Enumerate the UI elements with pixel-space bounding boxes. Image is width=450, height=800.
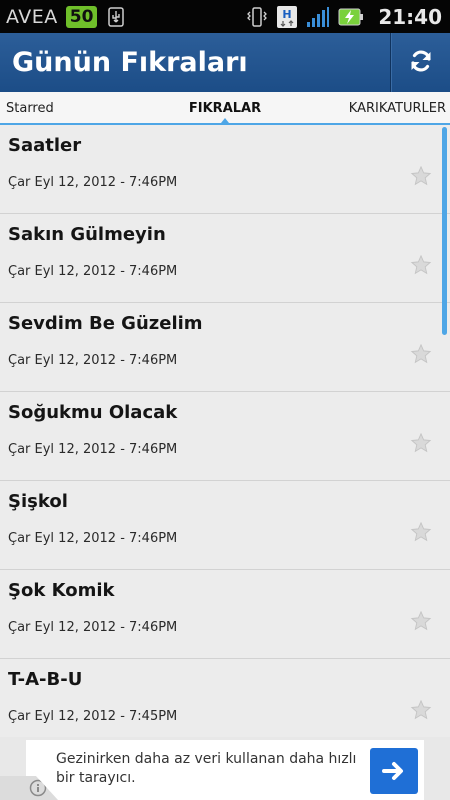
list-item[interactable]: Şişkol Çar Eyl 12, 2012 - 7:46PM [0,481,450,570]
item-date: Çar Eyl 12, 2012 - 7:46PM [8,620,178,635]
item-date: Çar Eyl 12, 2012 - 7:46PM [8,175,178,190]
list-item[interactable]: T-A-B-U Çar Eyl 12, 2012 - 7:45PM [0,659,450,737]
notification-count-badge: 50 [65,5,98,28]
ad-banner[interactable]: Gezinirken daha az veri kullanan daha hı… [26,740,424,800]
item-title: Sevdim Be Güzelim [8,313,203,334]
star-icon[interactable] [410,343,432,365]
list-item[interactable]: Soğukmu Olacak Çar Eyl 12, 2012 - 7:46PM [0,392,450,481]
item-date: Çar Eyl 12, 2012 - 7:46PM [8,442,178,457]
star-icon[interactable] [410,254,432,276]
item-title: Sakın Gülmeyin [8,224,166,245]
item-title: T-A-B-U [8,669,83,690]
arrow-right-icon [382,762,403,780]
star-icon[interactable] [410,610,432,632]
joke-list[interactable]: Saatler Çar Eyl 12, 2012 - 7:46PM Sakın … [0,125,450,737]
item-title: Soğukmu Olacak [8,402,178,423]
battery-charging-icon [338,7,364,27]
item-title: Şok Komik [8,580,115,601]
list-item[interactable]: Sakın Gülmeyin Çar Eyl 12, 2012 - 7:46PM [0,214,450,303]
ad-go-button[interactable] [370,748,418,794]
signal-icon [306,6,330,28]
vibrate-icon [246,6,268,28]
app-title: Günün Fıkraları [12,47,248,78]
ad-text: Gezinirken daha az veri kullanan daha hı… [56,751,357,786]
list-item[interactable]: Saatler Çar Eyl 12, 2012 - 7:46PM [0,125,450,214]
item-date: Çar Eyl 12, 2012 - 7:45PM [8,709,178,724]
item-date: Çar Eyl 12, 2012 - 7:46PM [8,531,178,546]
tab-karikaturler[interactable]: KARIKATURLER [349,92,446,123]
star-icon[interactable] [410,165,432,187]
hspa-icon: H [276,5,298,29]
status-bar: AVEA 50 H 21:40 [0,0,450,33]
usb-icon [105,6,127,28]
list-scrollbar[interactable] [442,127,447,335]
ad-area: Gezinirken daha az veri kullanan daha hı… [0,737,450,800]
carrier-name: AVEA [6,5,58,28]
status-clock: 21:40 [378,4,442,29]
item-date: Çar Eyl 12, 2012 - 7:46PM [8,264,178,279]
star-icon[interactable] [410,432,432,454]
svg-text:H: H [283,8,292,21]
refresh-icon [408,48,434,78]
star-icon[interactable] [410,521,432,543]
list-item[interactable]: Sevdim Be Güzelim Çar Eyl 12, 2012 - 7:4… [0,303,450,392]
list-item[interactable]: Şok Komik Çar Eyl 12, 2012 - 7:46PM [0,570,450,659]
tab-starred[interactable]: Starred [6,92,54,123]
action-bar: Günün Fıkraları [0,33,450,92]
tab-indicator-notch [221,118,229,123]
star-icon[interactable] [410,699,432,721]
item-date: Çar Eyl 12, 2012 - 7:46PM [8,353,178,368]
refresh-button[interactable] [390,33,450,92]
item-title: Şişkol [8,491,68,512]
item-title: Saatler [8,135,82,156]
